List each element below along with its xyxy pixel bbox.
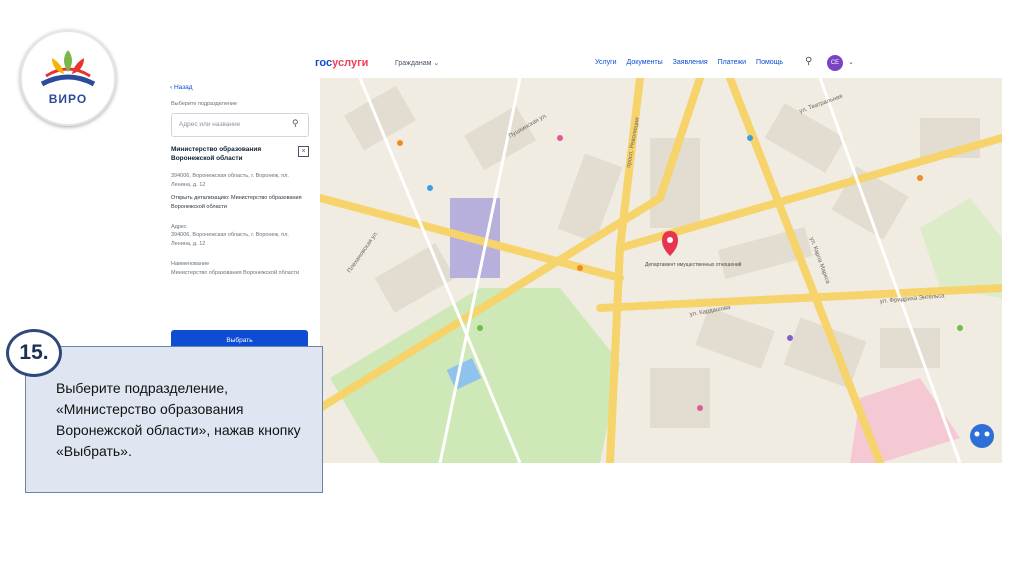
logo-emblem-icon — [40, 50, 96, 87]
brand-part1: гос — [315, 57, 333, 69]
portal-nav: Услуги Документы Заявления Платежи Помощ… — [595, 59, 783, 66]
instruction-callout: Выберите подразделение, «Министерство об… — [25, 346, 323, 493]
org-title: Министерство образования Воронежской обл… — [171, 146, 262, 162]
nav-documents[interactable]: Документы — [627, 59, 663, 66]
brand-part2: услуги — [332, 57, 369, 69]
map-canvas[interactable]: Пушкинская ул. Плехановская ул. ул. Карл… — [320, 78, 1002, 463]
instruction-text: Выберите подразделение, «Министерство об… — [56, 380, 301, 459]
nav-applications[interactable]: Заявления — [673, 59, 708, 66]
portal-brand[interactable]: госуслуги — [315, 57, 368, 69]
nav-services[interactable]: Услуги — [595, 59, 617, 66]
address-search-input[interactable]: Адрес или название ⚲ — [171, 113, 309, 137]
logo-text: ВИРО — [48, 92, 88, 106]
close-icon[interactable]: × — [298, 146, 309, 157]
selected-place-label: Департамент имущественных отношений — [645, 261, 742, 268]
search-icon[interactable]: ⚲ — [292, 118, 299, 129]
nav-payments[interactable]: Платежи — [718, 59, 746, 66]
chevron-down-icon[interactable]: ⌄ — [848, 58, 854, 66]
back-link[interactable]: ‹ Назад — [170, 84, 193, 91]
avatar[interactable]: СЕ — [827, 55, 843, 71]
portal-header: госуслуги Гражданам ⌄ Услуги Документы З… — [165, 50, 1002, 78]
details-link[interactable]: Открыть детализацию: Министерство образо… — [171, 194, 307, 212]
city-map[interactable]: Пушкинская ул. Плехановская ул. ул. Карл… — [320, 78, 1002, 463]
viro-logo: ВИРО — [20, 30, 116, 126]
name-label: Наименование — [171, 261, 210, 267]
step-number-badge: 15. — [6, 329, 62, 377]
assistant-robot-icon — [970, 424, 994, 448]
choose-label: Выберите подразделение — [171, 101, 238, 107]
address-value: 394006, Воронежская область, г. Воронеж,… — [171, 232, 289, 247]
citizens-menu[interactable]: Гражданам ⌄ — [395, 59, 439, 67]
search-placeholder: Адрес или название — [179, 121, 241, 128]
org-address: 394006, Воронежская область, г. Воронеж,… — [171, 173, 289, 188]
name-value: Министерство образования Воронежской обл… — [171, 270, 300, 276]
nav-help[interactable]: Помощь — [756, 59, 783, 66]
search-icon[interactable]: ⚲ — [805, 56, 812, 67]
